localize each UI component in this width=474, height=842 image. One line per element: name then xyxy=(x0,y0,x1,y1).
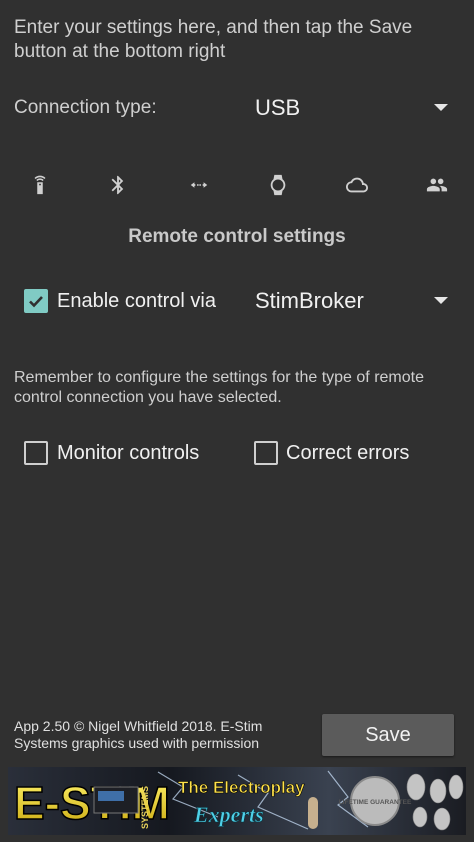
banner-side-text: SYSTEMS xyxy=(140,786,150,829)
connection-type-dropdown[interactable]: USB xyxy=(255,94,460,124)
monitor-controls-label: Monitor controls xyxy=(57,442,200,464)
dropdown-arrow-icon xyxy=(434,297,448,304)
people-icon[interactable] xyxy=(419,170,455,200)
control-via-value: StimBroker xyxy=(255,288,364,313)
enable-control-checkbox[interactable] xyxy=(24,289,48,313)
remember-note: Remember to configure the settings for t… xyxy=(14,369,424,406)
remote-icon[interactable] xyxy=(22,170,58,200)
monitor-controls-checkbox[interactable] xyxy=(24,441,48,465)
watch-icon[interactable] xyxy=(260,170,296,200)
remote-control-section-title: Remote control settings xyxy=(128,226,346,247)
checkmark-icon xyxy=(29,296,43,308)
dropdown-arrow-icon xyxy=(434,104,448,111)
cloud-icon[interactable] xyxy=(339,170,375,200)
connection-type-value: USB xyxy=(255,95,301,120)
device-probe xyxy=(308,797,318,829)
control-via-dropdown[interactable]: StimBroker xyxy=(255,286,460,318)
intro-text: Enter your settings here, and then tap t… xyxy=(14,17,413,62)
bluetooth-icon[interactable] xyxy=(100,170,136,200)
banner-tagline-line2: Experts xyxy=(193,802,264,827)
banner-tagline-line1: The Electroplay xyxy=(178,778,305,797)
correct-errors-label: Correct errors xyxy=(286,442,410,464)
seal-text: LIFETIME GUARANTEE xyxy=(339,799,412,806)
connection-icon-row xyxy=(0,170,474,200)
enable-control-label: Enable control via xyxy=(57,290,216,312)
options-row: Monitor controls Correct errors xyxy=(22,438,462,468)
save-button[interactable]: Save xyxy=(322,714,454,756)
connection-type-label: Connection type: xyxy=(14,97,157,118)
device-screen xyxy=(98,791,124,801)
credits-text: App 2.50 © Nigel Whitfield 2018. E-Stim … xyxy=(14,718,263,751)
enable-control-row: Enable control via StimBroker xyxy=(22,286,462,318)
estim-banner[interactable]: E-STIM SYSTEMS The Electroplay Experts L… xyxy=(8,767,466,835)
correct-errors-checkbox[interactable] xyxy=(254,441,278,465)
network-arrows-icon[interactable] xyxy=(181,170,217,200)
connection-type-row: Connection type: USB xyxy=(14,94,460,124)
